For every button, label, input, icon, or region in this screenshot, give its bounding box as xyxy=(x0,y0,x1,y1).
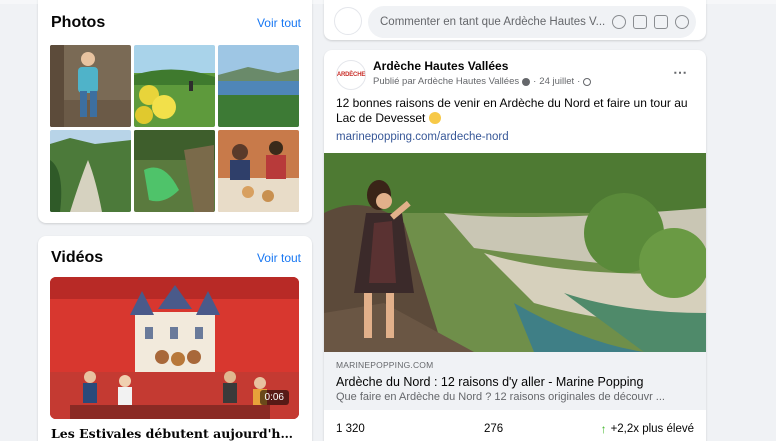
post-author[interactable]: Ardèche Hautes Vallées xyxy=(373,59,508,73)
post-image[interactable] xyxy=(324,153,706,352)
performance-badge: ↑ +2,2x plus élevé xyxy=(601,422,694,436)
page-avatar-text: ARDÈCHE xyxy=(336,72,366,78)
globe-icon xyxy=(583,77,592,86)
photo-thumbnail[interactable] xyxy=(218,130,299,212)
photo-thumbnail[interactable] xyxy=(50,130,131,212)
video-thumbnail[interactable]: 0:06 xyxy=(50,277,299,419)
commenter-avatar xyxy=(334,7,362,35)
link-preview-description: Que faire en Ardèche du Nord ? 12 raison… xyxy=(336,391,665,403)
videos-card: Vidéos Voir tout 0:06 Les Estivales débu… xyxy=(38,236,312,441)
photo-grid xyxy=(50,45,299,212)
post-insights: 1 320 276 ↑ +2,2x plus élevé xyxy=(336,422,694,436)
post-date[interactable]: 24 juillet xyxy=(539,76,574,87)
photo-thumbnail[interactable] xyxy=(218,45,299,127)
video-duration: 0:06 xyxy=(259,390,289,405)
photo-thumbnail[interactable] xyxy=(134,45,215,127)
emoji-icon[interactable] xyxy=(612,15,626,29)
photo-thumbnail[interactable] xyxy=(50,45,131,127)
performance-text: +2,2x plus élevé xyxy=(610,423,694,435)
link-preview-title[interactable]: Ardèche du Nord : 12 raisons d'y aller -… xyxy=(336,375,694,389)
photos-header: Photos Voir tout xyxy=(51,14,301,32)
post-text-content: 12 bonnes raisons de venir en Ardèche du… xyxy=(336,96,688,125)
videos-title: Vidéos xyxy=(51,249,104,266)
post-card: ARDÈCHE Ardèche Hautes Vallées Publié pa… xyxy=(324,50,706,441)
info-icon xyxy=(522,77,531,86)
more-options-icon[interactable]: ⋯ xyxy=(673,64,688,81)
link-preview-domain: MARINEPOPPING.COM xyxy=(336,360,434,370)
engagement-count: 276 xyxy=(484,423,504,435)
comment-card: Commenter en tant que Ardèche Hautes V..… xyxy=(324,0,706,40)
arrow-up-icon: ↑ xyxy=(600,422,607,436)
photo-thumbnail[interactable] xyxy=(134,130,215,212)
video-title[interactable]: Les Estivales débutent aujourd'hui ! ... xyxy=(51,426,301,441)
top-edge xyxy=(0,0,776,4)
post-meta: Publié par Ardèche Hautes Vallées · 24 j… xyxy=(373,76,592,87)
gif-icon[interactable] xyxy=(654,15,668,29)
link-preview[interactable]: MARINEPOPPING.COM Ardèche du Nord : 12 r… xyxy=(324,352,706,410)
smile-emoji-icon xyxy=(428,112,441,124)
videos-header: Vidéos Voir tout xyxy=(51,249,301,267)
post-link[interactable]: marinepopping.com/ardeche-nord xyxy=(336,131,509,143)
post-separator: · xyxy=(533,76,537,87)
photos-see-all-link[interactable]: Voir tout xyxy=(257,16,301,30)
photos-title: Photos xyxy=(51,14,106,31)
sticker-icon[interactable] xyxy=(675,15,689,29)
post-published-by: Publié par Ardèche Hautes Vallées xyxy=(373,76,520,87)
page-avatar[interactable]: ARDÈCHE xyxy=(336,60,366,90)
comment-input[interactable]: Commenter en tant que Ardèche Hautes V..… xyxy=(368,6,696,38)
comment-placeholder: Commenter en tant que Ardèche Hautes V..… xyxy=(380,16,606,28)
post-separator: · xyxy=(577,76,581,87)
post-text: 12 bonnes raisons de venir en Ardèche du… xyxy=(336,96,696,126)
photos-card: Photos Voir tout xyxy=(38,0,312,223)
reach-count: 1 320 xyxy=(336,423,365,435)
videos-see-all-link[interactable]: Voir tout xyxy=(257,251,301,265)
camera-icon[interactable] xyxy=(633,15,647,29)
